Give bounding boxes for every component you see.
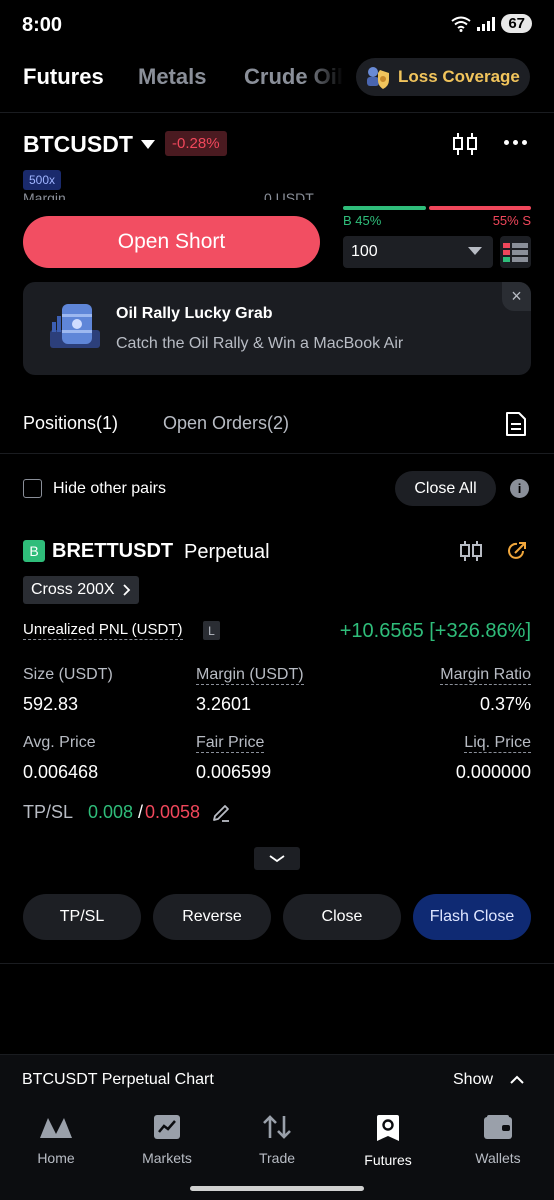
position-type: Perpetual bbox=[184, 541, 270, 563]
margin-label: Margin bbox=[23, 190, 66, 200]
trade-arrows-icon bbox=[263, 1115, 291, 1139]
flash-close-button[interactable]: Flash Close bbox=[413, 894, 531, 940]
margin-mode-label: Cross 200X bbox=[31, 581, 115, 598]
change-badge: -0.28% bbox=[165, 131, 227, 156]
tab-metals[interactable]: Metals bbox=[138, 64, 206, 90]
chevron-up-icon[interactable] bbox=[509, 1071, 525, 1089]
stop-loss-value: 0.0058 bbox=[145, 802, 201, 822]
loss-coverage-button[interactable]: Loss Coverage bbox=[356, 58, 530, 96]
tpsl-button[interactable]: TP/SL bbox=[23, 894, 141, 940]
nav-wallets-label: Wallets bbox=[475, 1150, 521, 1166]
nav-markets-label: Markets bbox=[142, 1150, 192, 1166]
nav-wallets[interactable]: Wallets bbox=[443, 1114, 553, 1166]
nav-home[interactable]: Home bbox=[1, 1114, 111, 1166]
liq-price-value: 0.000000 bbox=[455, 762, 531, 782]
order-book-icon[interactable] bbox=[500, 236, 531, 268]
tab-open-orders[interactable]: Open Orders(2) bbox=[163, 413, 289, 434]
size-value: 592.83 bbox=[23, 694, 79, 714]
nav-trade[interactable]: Trade bbox=[222, 1114, 332, 1166]
tpsl-separator: / bbox=[138, 802, 144, 822]
status-time: 8:00 bbox=[22, 14, 63, 36]
margin-value: 0 USDT bbox=[264, 190, 314, 200]
chevron-down-icon bbox=[269, 854, 285, 862]
status-indicators: 67 bbox=[451, 14, 532, 33]
home-indicator[interactable] bbox=[190, 1186, 364, 1191]
home-icon bbox=[40, 1118, 72, 1138]
unrealized-pnl-value: +10.6565 [+326.86%] bbox=[339, 620, 531, 642]
reverse-button[interactable]: Reverse bbox=[153, 894, 271, 940]
candlestick-icon[interactable] bbox=[452, 132, 478, 156]
sell-ratio: 55% S bbox=[492, 213, 531, 228]
hide-other-pairs-checkbox[interactable] bbox=[23, 479, 42, 498]
document-icon[interactable] bbox=[505, 411, 527, 437]
symbol-selector[interactable]: BTCUSDT bbox=[23, 131, 133, 158]
avg-price-label: Avg. Price bbox=[23, 734, 96, 751]
tab-futures[interactable]: Futures bbox=[23, 64, 104, 90]
loss-coverage-label: Loss Coverage bbox=[398, 67, 520, 86]
hide-other-pairs-label[interactable]: Hide other pairs bbox=[53, 480, 166, 498]
chevron-right-icon bbox=[122, 584, 130, 596]
liq-price-label[interactable]: Liq. Price bbox=[464, 734, 531, 753]
close-all-button[interactable]: Close All bbox=[395, 471, 496, 506]
nav-home-label: Home bbox=[37, 1150, 75, 1166]
margin-mode-badge[interactable]: Cross 200X bbox=[23, 576, 139, 604]
fair-price-value: 0.006599 bbox=[196, 762, 272, 782]
nav-trade-label: Trade bbox=[258, 1150, 296, 1166]
margin-ratio-label[interactable]: Margin Ratio bbox=[440, 666, 531, 685]
size-label: Size (USDT) bbox=[23, 666, 113, 683]
margin-label[interactable]: Margin (USDT) bbox=[196, 666, 304, 685]
expand-button[interactable] bbox=[254, 847, 300, 870]
side-badge: B bbox=[23, 540, 45, 562]
take-profit-value: 0.008 bbox=[88, 802, 134, 822]
leverage-badge: 500x bbox=[23, 170, 62, 190]
banner-subtitle: Catch the Oil Rally & Win a MacBook Air bbox=[116, 335, 404, 352]
markets-icon bbox=[154, 1115, 180, 1139]
tab-crude-oil[interactable]: Crude Oil bbox=[244, 64, 344, 90]
more-icon[interactable] bbox=[504, 140, 527, 145]
long-short-ratio-bar bbox=[343, 206, 531, 210]
signal-icon bbox=[477, 16, 496, 31]
close-icon[interactable]: × bbox=[502, 282, 531, 311]
wifi-icon bbox=[451, 16, 471, 32]
pnl-type-badge: L bbox=[203, 621, 220, 640]
chart-show-toggle[interactable]: Show bbox=[453, 1071, 493, 1089]
margin-ratio-value: 0.37% bbox=[479, 694, 531, 714]
tab-positions[interactable]: Positions(1) bbox=[23, 413, 118, 434]
tpsl-label: TP/SL bbox=[23, 802, 74, 822]
avg-price-value: 0.006468 bbox=[23, 762, 99, 782]
margin-value: 3.2601 bbox=[196, 694, 252, 714]
chart-bar-title: BTCUSDT Perpetual Chart bbox=[22, 1071, 214, 1088]
unrealized-pnl-label[interactable]: Unrealized PNL (USDT) bbox=[23, 621, 183, 640]
caret-down-icon[interactable] bbox=[141, 140, 155, 149]
divider bbox=[0, 453, 554, 454]
buy-ratio-fill bbox=[343, 206, 426, 210]
oil-barrel-icon bbox=[50, 304, 100, 348]
edit-icon[interactable] bbox=[211, 803, 231, 823]
buy-ratio: B 45% bbox=[343, 213, 382, 228]
divider bbox=[0, 963, 554, 964]
chevron-down-icon[interactable] bbox=[468, 247, 482, 255]
open-short-button[interactable]: Open Short bbox=[23, 216, 320, 268]
close-position-button[interactable]: Close bbox=[283, 894, 401, 940]
info-icon[interactable]: i bbox=[510, 479, 529, 498]
sell-ratio-fill bbox=[429, 206, 531, 210]
banner-title: Oil Rally Lucky Grab bbox=[116, 305, 273, 322]
nav-markets[interactable]: Markets bbox=[112, 1114, 222, 1166]
position-symbol[interactable]: BRETTUSDT bbox=[52, 540, 173, 563]
shield-people-icon bbox=[367, 67, 389, 89]
futures-icon bbox=[377, 1115, 399, 1141]
candlestick-icon[interactable] bbox=[459, 540, 483, 562]
divider bbox=[0, 112, 554, 113]
fair-price-label[interactable]: Fair Price bbox=[196, 734, 265, 753]
nav-futures[interactable]: Futures bbox=[333, 1114, 443, 1168]
nav-futures-label: Futures bbox=[364, 1152, 412, 1168]
wallet-icon bbox=[484, 1115, 512, 1139]
share-icon[interactable] bbox=[506, 540, 528, 562]
battery-indicator: 67 bbox=[501, 14, 532, 33]
